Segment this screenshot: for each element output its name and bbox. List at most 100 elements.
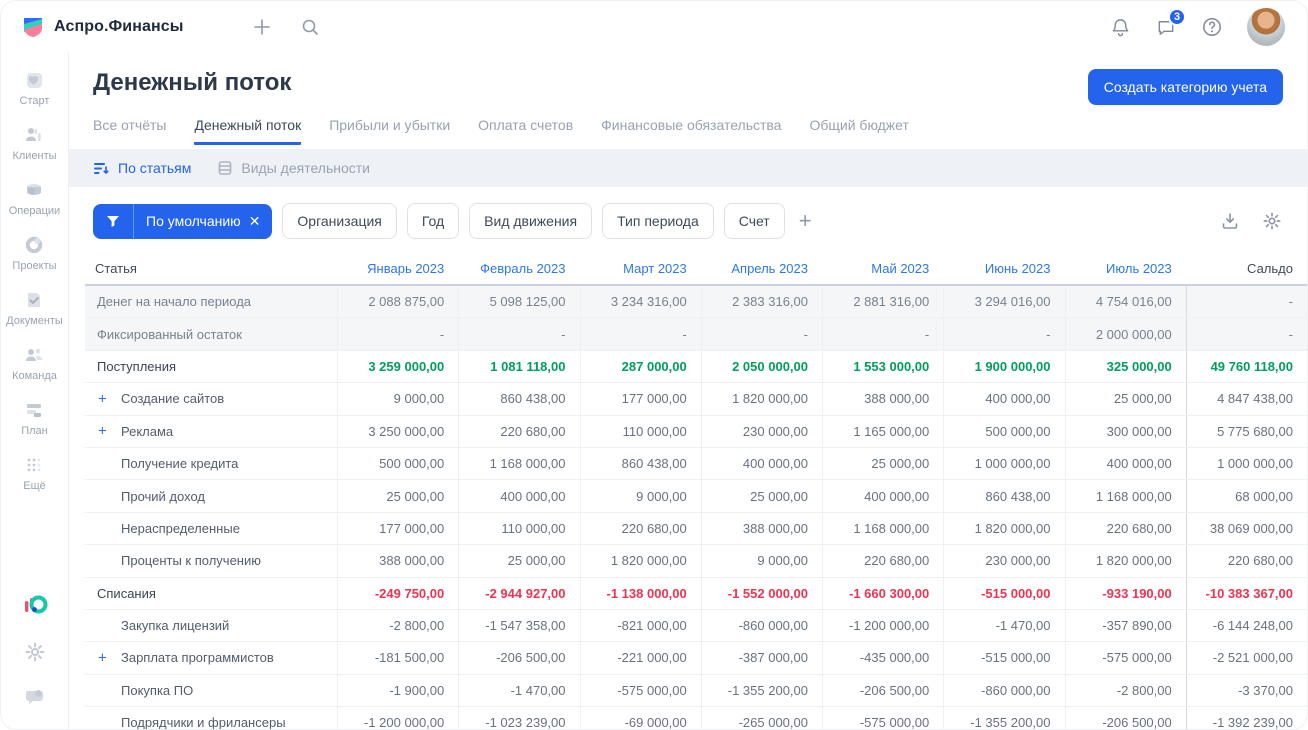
cell: 860 438,00 [458, 383, 579, 415]
tab-1[interactable]: Денежный поток [194, 117, 302, 145]
cell: 325 000,00 [1064, 350, 1186, 383]
filter-chip-2[interactable]: Вид движения [469, 203, 593, 239]
cell: 2 383 316,00 [700, 286, 822, 318]
column-header-3[interactable]: Март 2023 [580, 253, 701, 284]
cell: 300 000,00 [1064, 415, 1186, 447]
cell: -1 470,00 [458, 674, 579, 707]
cell: 177 000,00 [337, 512, 458, 545]
cell: -357 890,00 [1064, 609, 1186, 642]
cell: 400 000,00 [822, 480, 943, 512]
add-filter-icon[interactable]: + [795, 210, 816, 232]
cell: -1 200 000,00 [822, 609, 943, 642]
sidebar-item-clients[interactable]: Клиенты [6, 124, 63, 162]
sidebar-item-plan[interactable]: План [6, 399, 63, 437]
sidebar-item-label: Проекты [12, 260, 57, 272]
operations-icon [23, 179, 45, 201]
help-icon[interactable] [1201, 16, 1223, 38]
sidebar-item-projects[interactable]: Проекты [6, 234, 63, 272]
table-row: Проценты к получению 388 000,00 25 000,00 1… [85, 545, 1307, 578]
support-chat-icon[interactable] [23, 685, 47, 709]
brand[interactable]: Аспро.Финансы [21, 15, 183, 39]
table-row: Покупка ПО -1 900,00 -1 470,00 -575 000,00-… [85, 674, 1307, 708]
column-header-0: Статья [95, 261, 137, 276]
user-avatar[interactable] [1247, 8, 1285, 46]
column-header-7[interactable]: Июль 2023 [1065, 253, 1186, 284]
column-header-6[interactable]: Июнь 2023 [943, 253, 1064, 284]
cell: 220 680,00 [458, 415, 579, 447]
view-tab-0[interactable]: По статьям [93, 160, 191, 176]
clear-filter-icon[interactable]: ✕ [247, 204, 273, 239]
product-logo-icon[interactable] [22, 593, 48, 619]
tab-5[interactable]: Общий бюджет [809, 117, 908, 145]
messages-icon[interactable]: 3 [1155, 8, 1186, 38]
view-tab-1[interactable]: Виды деятельности [217, 160, 370, 176]
row-label: Прочий доход [85, 480, 337, 511]
active-filter-button[interactable]: По умолчанию ✕ [93, 203, 273, 239]
expand-plus-icon[interactable]: + [98, 424, 107, 439]
row-label: + Реклама [85, 416, 337, 447]
create-category-button[interactable]: Создать категорию учета [1087, 69, 1283, 105]
cell: 220 680,00 [1185, 545, 1307, 577]
column-header-1[interactable]: Январь 2023 [337, 253, 458, 284]
row-label: Закупка лицензий [85, 610, 337, 641]
table-settings-gear-icon[interactable] [1261, 210, 1283, 232]
row-label: Списания [85, 578, 337, 609]
cell: 1 000 000,00 [1185, 447, 1307, 480]
tab-0[interactable]: Все отчёты [93, 117, 166, 145]
settings-gear-icon[interactable] [24, 641, 46, 663]
app-logo-icon [21, 15, 45, 39]
sidebar-item-operations[interactable]: Операции [6, 179, 63, 217]
column-header-4[interactable]: Апрель 2023 [701, 253, 822, 284]
cell: 2 000 000,00 [1064, 318, 1186, 350]
sidebar-item-documents[interactable]: Документы [6, 289, 63, 327]
expand-plus-icon[interactable]: + [98, 650, 107, 665]
cell: 1 820 000,00 [700, 383, 822, 415]
column-header-8: Сальдо [1247, 261, 1293, 276]
cell: 9 000,00 [579, 480, 701, 512]
column-header-5[interactable]: Май 2023 [822, 253, 943, 284]
table-actions [1219, 210, 1283, 232]
filter-chip-1[interactable]: Год [406, 203, 460, 239]
cell: 68 000,00 [1185, 480, 1307, 512]
tab-3[interactable]: Оплата счетов [478, 117, 573, 145]
cell: -821 000,00 [579, 609, 701, 642]
cell: 1 820 000,00 [1064, 545, 1186, 577]
row-label-text: Фиксированный остаток [97, 326, 242, 342]
download-icon[interactable] [1219, 210, 1241, 232]
team-icon [23, 344, 45, 366]
list-filter-icon [93, 161, 110, 176]
cell: -387 000,00 [700, 642, 822, 674]
column-header-2[interactable]: Февраль 2023 [458, 253, 579, 284]
expand-plus-icon[interactable]: + [98, 391, 107, 406]
sidebar-item-more[interactable]: Ещё [6, 454, 63, 492]
cell: 9 000,00 [700, 545, 822, 577]
sidebar-item-team[interactable]: Команда [6, 344, 63, 382]
tab-2[interactable]: Прибыли и убытки [329, 117, 450, 145]
row-label-text: Проценты к получению [121, 553, 261, 569]
filter-chip-3[interactable]: Тип периода [602, 203, 714, 239]
table-row: Подрядчики и фрилансеры -1 200 000,00 -1 0… [85, 707, 1307, 729]
add-icon[interactable] [251, 16, 273, 38]
cell: - [458, 318, 579, 350]
cell: - [337, 318, 458, 350]
cell: -206 500,00 [458, 642, 579, 674]
sidebar-item-label: План [21, 425, 48, 437]
row-label-text: Денег на начало периода [97, 294, 252, 310]
table-row: Фиксированный остаток - - - - - -2 000 000,00- [85, 318, 1307, 351]
cell: -435 000,00 [822, 642, 943, 674]
notifications-bell-icon[interactable] [1109, 16, 1131, 38]
filter-chip-4[interactable]: Счет [723, 203, 785, 239]
filter-row: По умолчанию ✕ Организация Год Вид движени… [69, 187, 1307, 249]
cell: 400 000,00 [1064, 447, 1186, 480]
page-head: Денежный поток Создать категорию учета [69, 53, 1307, 105]
cell: 25 000,00 [458, 545, 579, 577]
sidebar-item-start[interactable]: Старт [6, 69, 63, 107]
sidebar-items: Старт Клиенты Операции Проекты Документы Кома… [6, 69, 63, 509]
cell: 230 000,00 [700, 415, 822, 447]
sidebar: Старт Клиенты Операции Проекты Документы Кома… [1, 53, 69, 729]
projects-icon [23, 234, 45, 256]
cell: 2 881 316,00 [822, 286, 943, 318]
search-icon[interactable] [299, 16, 321, 38]
tab-4[interactable]: Финансовые обязательства [601, 117, 781, 145]
filter-chip-0[interactable]: Организация [282, 203, 397, 239]
